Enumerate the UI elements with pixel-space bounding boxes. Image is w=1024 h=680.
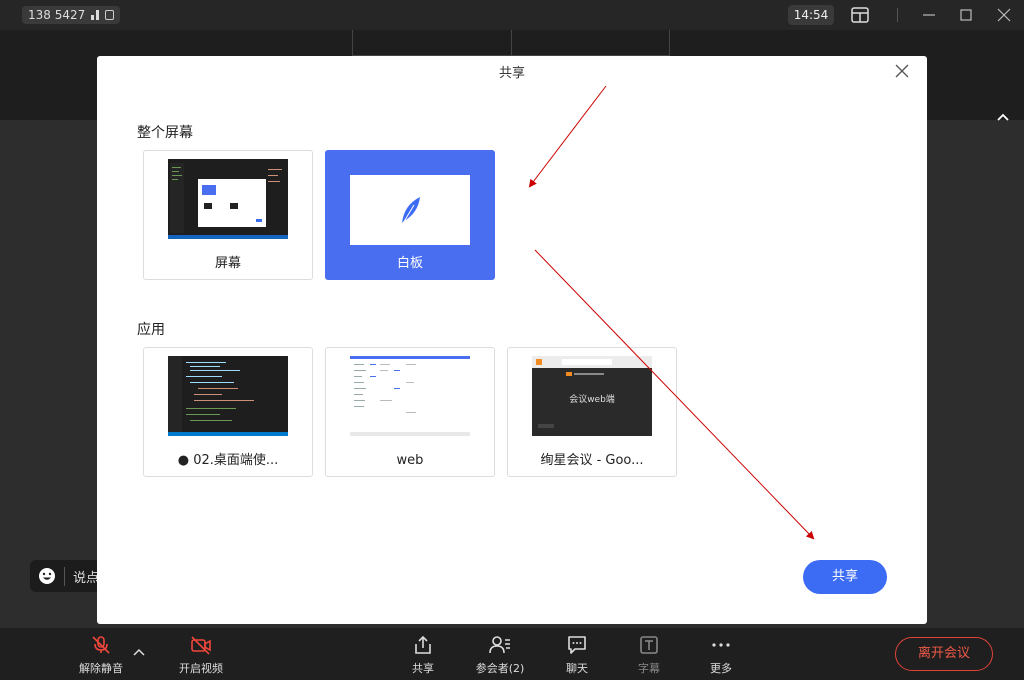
more-icon <box>712 643 730 647</box>
screen-card-desktop[interactable]: 屏幕 <box>143 150 313 280</box>
copy-icon[interactable] <box>105 10 115 20</box>
dialog-title: 共享 <box>498 66 525 81</box>
start-video-label: 开启视频 <box>179 662 223 675</box>
window-close-icon[interactable] <box>995 6 1013 24</box>
participant-thumbnails[interactable] <box>352 30 670 56</box>
unmute-label: 解除静音 <box>79 662 123 675</box>
camera-off-icon <box>191 636 211 655</box>
card-label: 绚星会议 - Goo... <box>540 453 644 468</box>
share-button[interactable]: 共享 <box>803 560 887 594</box>
app-card-browser[interactable]: 会议web端 绚星会议 - Goo... <box>507 347 677 477</box>
desktop-thumbnail <box>168 159 288 239</box>
card-label: 白板 <box>396 256 423 271</box>
signal-icon <box>91 10 100 20</box>
captions-icon <box>640 636 658 654</box>
screen-card-whiteboard[interactable]: 白板 <box>325 150 495 280</box>
meeting-clock: 14:54 <box>788 5 834 25</box>
chevron-up-icon[interactable] <box>996 110 1010 124</box>
feather-icon <box>401 197 420 226</box>
meeting-toolbar: 解除静音 开启视频 共享 参会者(2) 聊天 字幕 更多 离开会议 <box>0 628 1024 680</box>
card-label: ● 02.桌面端使... <box>177 453 279 468</box>
maximize-icon[interactable] <box>957 6 975 24</box>
section-applications: 应用 <box>137 322 165 338</box>
audio-options-chevron-icon[interactable] <box>133 647 145 657</box>
participants-label: 参会者(2) <box>475 662 525 675</box>
chat-button[interactable]: 聊天 <box>542 634 612 676</box>
more-button[interactable]: 更多 <box>686 634 756 676</box>
share-label: 共享 <box>412 662 434 675</box>
card-label: web <box>396 453 424 468</box>
more-label: 更多 <box>710 662 732 675</box>
mic-muted-icon <box>92 636 110 654</box>
app-card-web[interactable]: web <box>325 347 495 477</box>
whiteboard-thumbnail <box>350 175 470 245</box>
chat-label: 聊天 <box>566 662 588 675</box>
meeting-number-pill[interactable]: 138 5427 <box>22 6 121 24</box>
browser-thumbnail: 会议web端 <box>532 356 652 436</box>
participants-icon <box>489 636 510 654</box>
participants-button[interactable]: 参会者(2) <box>465 634 535 676</box>
chat-icon <box>568 636 586 654</box>
leave-meeting-button[interactable]: 离开会议 <box>895 637 993 671</box>
app-card-editor[interactable]: ● 02.桌面端使... <box>143 347 313 477</box>
share-icon <box>415 635 431 654</box>
captions-label: 字幕 <box>638 662 660 675</box>
captions-button[interactable]: 字幕 <box>614 634 684 676</box>
web-thumbnail <box>350 356 470 436</box>
start-video-button[interactable]: 开启视频 <box>166 634 236 676</box>
emoji-icon[interactable] <box>38 567 56 585</box>
browser-thumb-text: 会议web端 <box>569 393 615 405</box>
section-whole-screen: 整个屏幕 <box>137 125 193 141</box>
share-toolbar-button[interactable]: 共享 <box>388 634 458 676</box>
say-something-placeholder: 说点 <box>64 566 99 586</box>
meeting-number: 138 5427 <box>28 8 86 22</box>
title-bar: 138 5427 14:54 <box>0 0 1024 30</box>
minimize-icon[interactable] <box>920 6 938 24</box>
window-controls-divider <box>897 8 898 22</box>
editor-thumbnail <box>168 356 288 436</box>
unmute-button[interactable]: 解除静音 <box>66 634 136 676</box>
card-label: 屏幕 <box>214 256 241 271</box>
close-icon[interactable] <box>895 64 909 78</box>
layout-icon[interactable] <box>850 6 870 24</box>
share-dialog: 共享 整个屏幕 屏幕 白板 应用 ● 02.桌面端使... web 会议web端… <box>97 56 927 624</box>
